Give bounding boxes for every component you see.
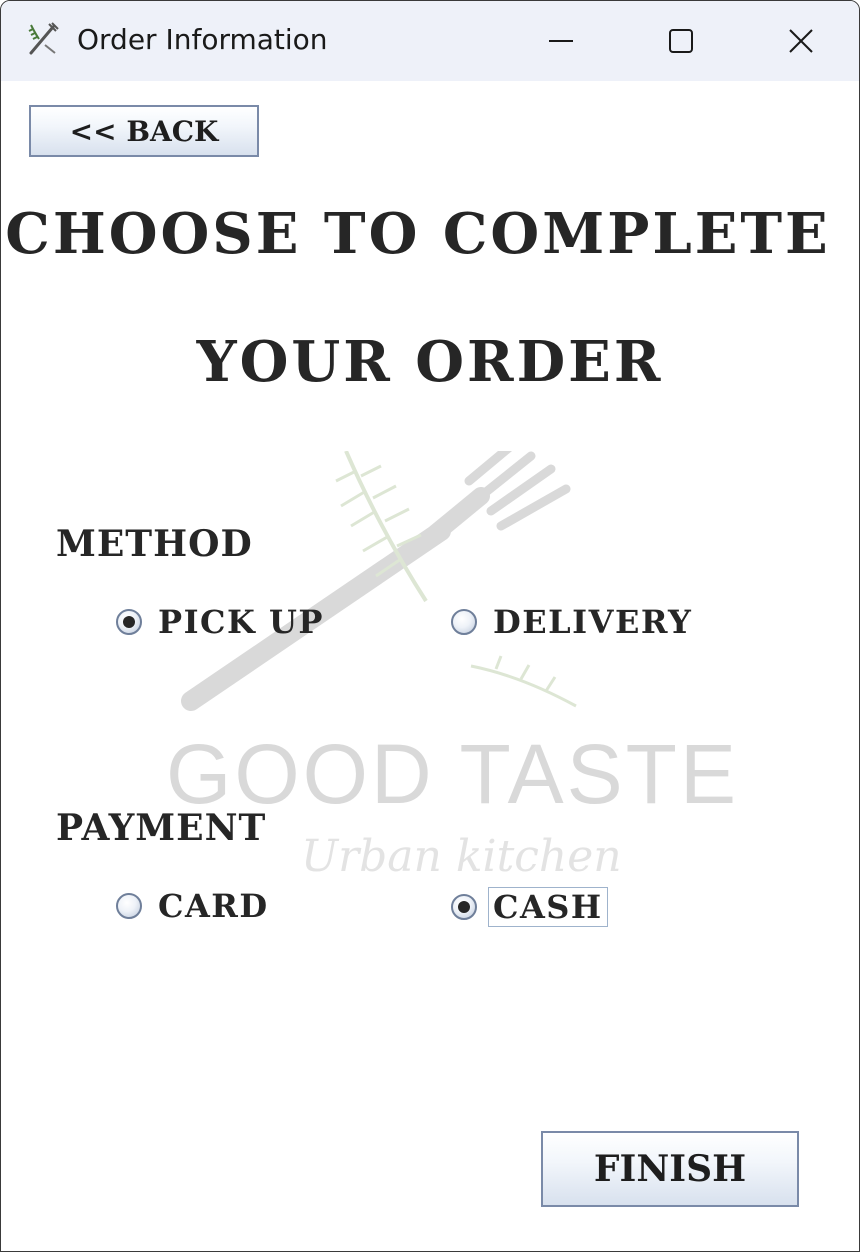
maximize-icon [669, 29, 693, 53]
radio-unselected-icon[interactable] [451, 609, 477, 635]
title-bar: Order Information [1, 1, 859, 81]
fork-knife-icon [28, 22, 59, 55]
maximize-button[interactable] [621, 1, 741, 81]
delivery-radio[interactable]: DELIVERY [451, 603, 692, 641]
back-button[interactable]: << BACK [29, 105, 259, 157]
watermark-tagline: Urban kitchen [301, 831, 622, 882]
page-title-line1: CHOOSE TO COMPLETE [5, 201, 831, 267]
close-button[interactable] [741, 1, 859, 81]
minimize-icon [549, 40, 573, 42]
page-title-line2: YOUR ORDER [196, 329, 664, 395]
pickup-radio[interactable]: PICK UP [116, 603, 324, 641]
pickup-label[interactable]: PICK UP [158, 603, 324, 641]
radio-selected-icon[interactable] [116, 609, 142, 635]
radio-selected-icon[interactable] [451, 894, 477, 920]
method-label: METHOD [56, 523, 253, 565]
finish-button[interactable]: FINISH [541, 1131, 799, 1207]
window-title: Order Information [77, 23, 328, 56]
order-panel: GOOD TASTE Urban kitchen << BACK CHOOSE … [1, 81, 859, 1251]
order-information-window: Order Information GOOD TASTE Urban kitch… [0, 0, 860, 1252]
card-label[interactable]: CARD [158, 887, 269, 925]
radio-unselected-icon[interactable] [116, 893, 142, 919]
delivery-label[interactable]: DELIVERY [493, 603, 692, 641]
card-radio[interactable]: CARD [116, 887, 269, 925]
cash-radio[interactable]: CASH [451, 887, 608, 927]
cash-label[interactable]: CASH [488, 887, 608, 927]
minimize-button[interactable] [501, 1, 621, 81]
close-icon [789, 29, 813, 53]
payment-label: PAYMENT [56, 807, 267, 849]
